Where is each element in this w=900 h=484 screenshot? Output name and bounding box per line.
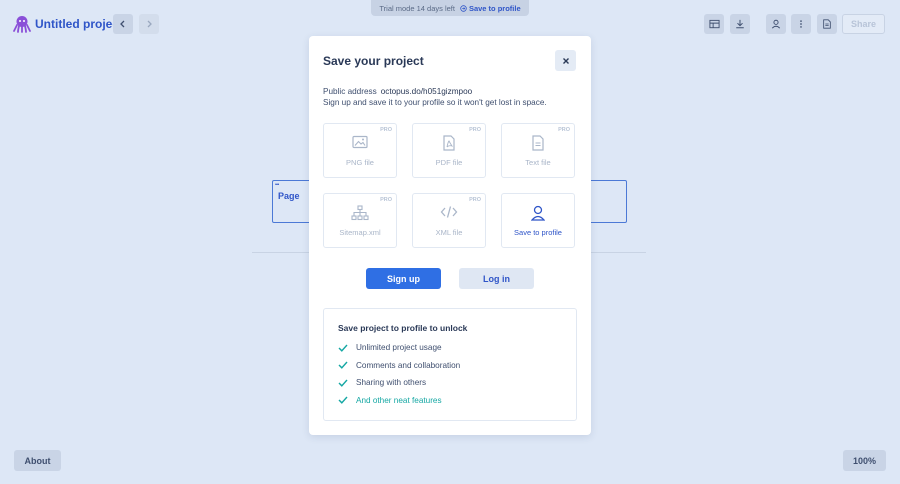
option-label: PDF file (435, 158, 463, 167)
feature-label: Comments and collaboration (356, 360, 461, 370)
feature-label: Sharing with others (356, 378, 427, 387)
pdf-icon (443, 135, 455, 151)
pro-badge: PRO (380, 197, 392, 203)
option-label: Sitemap.xml (339, 228, 381, 237)
feature-item: Unlimited project usage (338, 343, 442, 352)
feature-item-link[interactable]: And other neat features (338, 396, 442, 405)
feature-item: Comments and collaboration (338, 361, 460, 370)
log-in-button[interactable]: Log in (459, 268, 534, 289)
trial-save-label: Save to profile (468, 3, 521, 13)
trial-save-link[interactable]: Save to profile (460, 4, 521, 13)
feature-item: Sharing with others (338, 378, 426, 387)
chevron-left-icon (120, 20, 125, 28)
xml-file-option[interactable]: PRO XML file (412, 193, 486, 248)
forward-button[interactable] (139, 14, 159, 34)
unlock-features-box: Save project to profile to unlock Unlimi… (323, 308, 577, 421)
save-project-modal: Save your project Public address octopus.… (309, 36, 591, 435)
feature-label: Unlimited project usage (356, 343, 442, 352)
code-icon (440, 206, 458, 218)
trial-banner: Trial mode 14 days left Save to profile (371, 0, 529, 16)
public-address: Public address octopus.do/h051gizmpoo (323, 87, 472, 96)
option-label: Save to profile (514, 228, 562, 237)
trial-text: Trial mode 14 days left (379, 3, 455, 13)
unlock-title: Save project to profile to unlock (338, 323, 468, 333)
more-vertical-icon (800, 20, 802, 28)
pro-badge: PRO (469, 197, 481, 203)
modal-title: Save your project (323, 54, 424, 68)
project-title[interactable]: Untitled project (35, 17, 123, 31)
feature-label[interactable]: And other neat features (356, 396, 442, 405)
export-button[interactable] (817, 14, 837, 34)
octopus-logo-icon (13, 16, 31, 33)
sign-up-button[interactable]: Sign up (366, 268, 441, 289)
zoom-button[interactable]: 100% (843, 450, 886, 471)
download-icon (736, 19, 744, 29)
download-button[interactable] (730, 14, 750, 34)
close-button[interactable] (555, 50, 576, 71)
sitemap-option[interactable]: PRO Sitemap.xml (323, 193, 397, 248)
public-address-value[interactable]: octopus.do/h051gizmpoo (381, 87, 473, 96)
png-file-option[interactable]: PRO PNG file (323, 123, 397, 178)
profile-button[interactable] (766, 14, 786, 34)
about-button[interactable]: About (14, 450, 61, 471)
user-icon (771, 19, 781, 29)
back-button[interactable] (113, 14, 133, 34)
chevron-right-icon (147, 20, 152, 28)
pro-badge: PRO (469, 127, 481, 133)
pro-badge: PRO (380, 127, 392, 133)
canvas-page-label: Page (278, 191, 300, 201)
image-icon (352, 135, 368, 149)
check-icon (338, 396, 348, 404)
circle-arrow-icon (460, 4, 467, 12)
pro-badge: PRO (558, 127, 570, 133)
user-icon (531, 205, 545, 221)
text-file-icon (532, 135, 544, 151)
check-icon (338, 361, 348, 369)
public-address-label: Public address (323, 87, 377, 96)
pdf-file-option[interactable]: PRO PDF file (412, 123, 486, 178)
sitemap-icon (351, 205, 369, 221)
drag-handle-icon[interactable]: ••• (275, 182, 279, 188)
share-button[interactable]: Share (842, 14, 885, 34)
close-icon (562, 57, 569, 64)
save-to-profile-option[interactable]: Save to profile (501, 193, 575, 248)
check-icon (338, 344, 348, 352)
text-file-option[interactable]: PRO Text file (501, 123, 575, 178)
more-options-button[interactable] (791, 14, 811, 34)
layout-icon (708, 19, 720, 28)
sitemap-view-button[interactable] (704, 14, 724, 34)
option-label: PNG file (346, 158, 374, 167)
check-icon (338, 379, 348, 387)
document-icon (823, 19, 831, 29)
modal-subtext: Sign up and save it to your profile so i… (323, 98, 547, 107)
option-label: XML file (435, 228, 463, 237)
option-label: Text file (525, 158, 551, 167)
